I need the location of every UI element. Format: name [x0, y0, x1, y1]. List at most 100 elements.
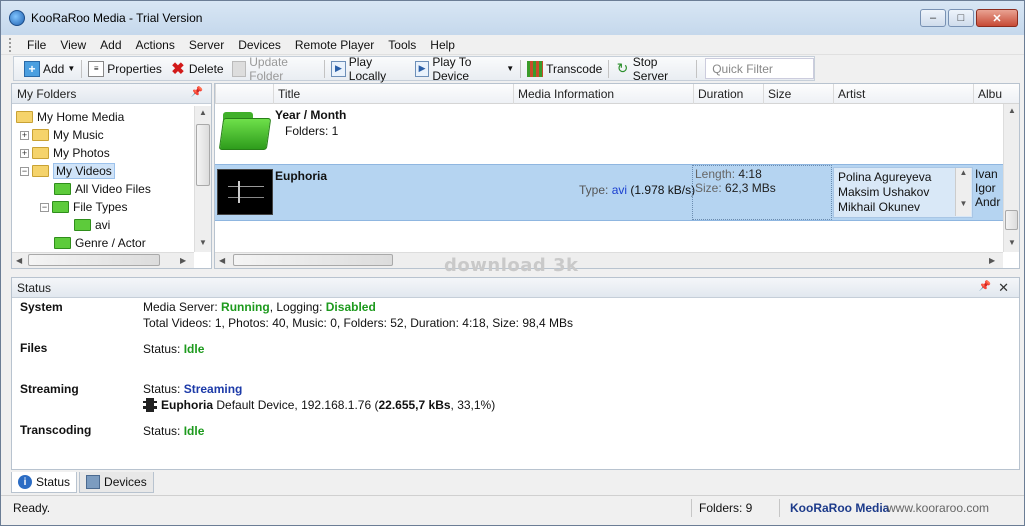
scroll-thumb[interactable]	[28, 254, 160, 266]
type-value: avi	[611, 183, 628, 197]
artist-name: Polina Agureyeva	[838, 170, 932, 184]
list-item-video[interactable]: Euphoria Type: avi (1.978 kB/s) Length: …	[215, 164, 1003, 221]
menu-view[interactable]: View	[53, 38, 93, 52]
menu-file[interactable]: File	[20, 38, 53, 52]
list-vertical-scrollbar[interactable]: ▲ ▼	[1003, 104, 1019, 252]
window-title: KooRaRoo Media - Trial Version	[31, 11, 203, 25]
collapse-icon[interactable]: −	[20, 166, 29, 176]
tree-item-all-video-files[interactable]: All Video Files	[54, 180, 151, 198]
bottom-tabs: i Status Devices	[11, 471, 1020, 493]
scroll-thumb[interactable]	[1005, 210, 1018, 230]
menu-server[interactable]: Server	[182, 38, 231, 52]
scroll-right-icon[interactable]: ▶	[180, 256, 186, 265]
website-url: www.kooraroo.com	[887, 501, 990, 515]
files-status-value: Idle	[183, 342, 205, 356]
expand-icon[interactable]: +	[20, 148, 29, 158]
title-bar: KooRaRoo Media - Trial Version – □ ✕	[1, 1, 1024, 35]
properties-button[interactable]: ≡ Properties	[84, 58, 166, 80]
tree-item-my-videos[interactable]: − My Videos	[20, 162, 115, 180]
files-status: Status: Idle	[143, 341, 204, 357]
transcode-button[interactable]: Transcode	[523, 58, 606, 80]
add-button[interactable]: + Add ▼	[20, 58, 79, 80]
menu-tools[interactable]: Tools	[381, 38, 423, 52]
scroll-down-icon[interactable]: ▼	[956, 199, 971, 208]
statusbar-separator	[691, 499, 692, 517]
scroll-down-icon[interactable]: ▼	[1008, 238, 1016, 247]
status-bar: Ready. Folders: 9 KooRaRoo Media www.koo…	[1, 495, 1024, 519]
scroll-up-icon[interactable]: ▲	[199, 108, 207, 117]
column-header-size[interactable]: Size	[763, 84, 833, 104]
folders-pane-header: My Folders 📌	[12, 84, 211, 104]
brand-name: KooRaRoo Media	[790, 501, 890, 515]
play-locally-label: Play Locally	[348, 54, 387, 83]
transcoding-status-value: Idle	[183, 424, 205, 438]
stream-item-detail: Default Device, 192.168.1.76 (	[216, 398, 379, 412]
column-header-artist[interactable]: Artist	[833, 84, 973, 104]
status-pane-header: Status 📌 ✕	[12, 278, 1019, 298]
quick-filter-input[interactable]: Quick Filter	[705, 58, 814, 79]
list-item-folder[interactable]: Year / Month Folders: 1	[215, 104, 1003, 162]
scroll-up-icon[interactable]: ▲	[956, 168, 971, 177]
expand-icon[interactable]: +	[20, 130, 29, 140]
chevron-down-icon: ▼	[67, 64, 76, 73]
folders-pane-title: My Folders	[17, 86, 77, 101]
column-header-thumbnail[interactable]	[215, 84, 273, 104]
play-to-device-button[interactable]: ▶ Play To Device ▼	[411, 55, 518, 83]
scroll-up-icon[interactable]: ▲	[1008, 106, 1016, 115]
menu-add[interactable]: Add	[93, 38, 128, 52]
scroll-thumb[interactable]	[196, 124, 210, 186]
tree-item-genre-actor[interactable]: Genre / Actor	[54, 234, 146, 252]
menu-grip	[9, 37, 12, 52]
artist-list-scrollbar[interactable]: ▲ ▼	[955, 168, 971, 216]
folders-horizontal-scrollbar[interactable]: ◀ ▶	[12, 252, 194, 268]
ready-text: Ready.	[13, 501, 51, 515]
column-header-media-information[interactable]: Media Information	[513, 84, 693, 104]
scroll-left-icon[interactable]: ◀	[219, 256, 225, 265]
files-label: Files	[20, 341, 48, 355]
collapse-icon[interactable]: −	[40, 202, 49, 212]
watermark-logo: download 3k	[444, 255, 579, 276]
column-header-title[interactable]: Title	[273, 84, 513, 104]
close-button[interactable]: ✕	[976, 9, 1018, 27]
tree-item-avi[interactable]: avi	[74, 216, 110, 234]
pin-icon[interactable]: 📌	[191, 87, 203, 98]
pin-icon[interactable]: 📌	[979, 281, 991, 292]
maximize-button[interactable]: □	[948, 9, 974, 27]
update-folder-button[interactable]: Update Folder	[228, 55, 323, 83]
transcoding-status: Status: Idle	[143, 423, 204, 439]
column-header-duration[interactable]: Duration	[693, 84, 763, 104]
tree-item-file-types[interactable]: − File Types	[40, 198, 127, 216]
tab-status[interactable]: i Status	[11, 472, 78, 493]
play-locally-button[interactable]: ▶ Play Locally	[327, 54, 411, 83]
menu-actions[interactable]: Actions	[129, 38, 182, 52]
scroll-down-icon[interactable]: ▼	[199, 238, 207, 247]
logging-value: Disabled	[325, 300, 376, 314]
tree-item-my-photos[interactable]: + My Photos	[20, 144, 110, 162]
stream-item-title: Euphoria	[161, 398, 214, 412]
tree-item-my-home-media[interactable]: My Home Media	[16, 108, 124, 126]
artist-list[interactable]: Polina Agureyeva Maksim Ushakov Mikhail …	[833, 167, 973, 218]
app-window: KooRaRoo Media - Trial Version – □ ✕ Fil…	[0, 0, 1025, 526]
folders-vertical-scrollbar[interactable]: ▲ ▼	[194, 106, 211, 252]
scroll-thumb[interactable]	[233, 254, 393, 266]
tree-item-my-music[interactable]: + My Music	[20, 126, 104, 144]
stop-server-button[interactable]: ↻ Stop Server	[611, 55, 694, 83]
list-horizontal-scrollbar[interactable]: ◀ ▶	[215, 252, 1003, 268]
delete-button[interactable]: ✖ Delete	[166, 58, 228, 80]
scroll-left-icon[interactable]: ◀	[16, 256, 22, 265]
minimize-button[interactable]: –	[920, 9, 946, 27]
tab-devices[interactable]: Devices	[79, 472, 154, 493]
length-label: Length:	[695, 167, 736, 181]
play-to-device-icon: ▶	[414, 60, 430, 77]
chevron-down-icon: ▼	[506, 64, 515, 73]
menu-devices[interactable]: Devices	[231, 38, 288, 52]
close-icon[interactable]: ✕	[998, 280, 1009, 296]
menu-help[interactable]: Help	[423, 38, 462, 52]
menu-remote-player[interactable]: Remote Player	[288, 38, 381, 52]
tree-item-label: Genre / Actor	[75, 236, 146, 250]
toolbar-separator	[81, 59, 83, 78]
folder-tree: My Home Media + My Music + My Photos − M…	[12, 106, 194, 252]
stream-item-tail: , 33,1%)	[450, 398, 496, 412]
scroll-right-icon[interactable]: ▶	[989, 256, 995, 265]
column-header-album[interactable]: Albu	[973, 84, 1019, 104]
